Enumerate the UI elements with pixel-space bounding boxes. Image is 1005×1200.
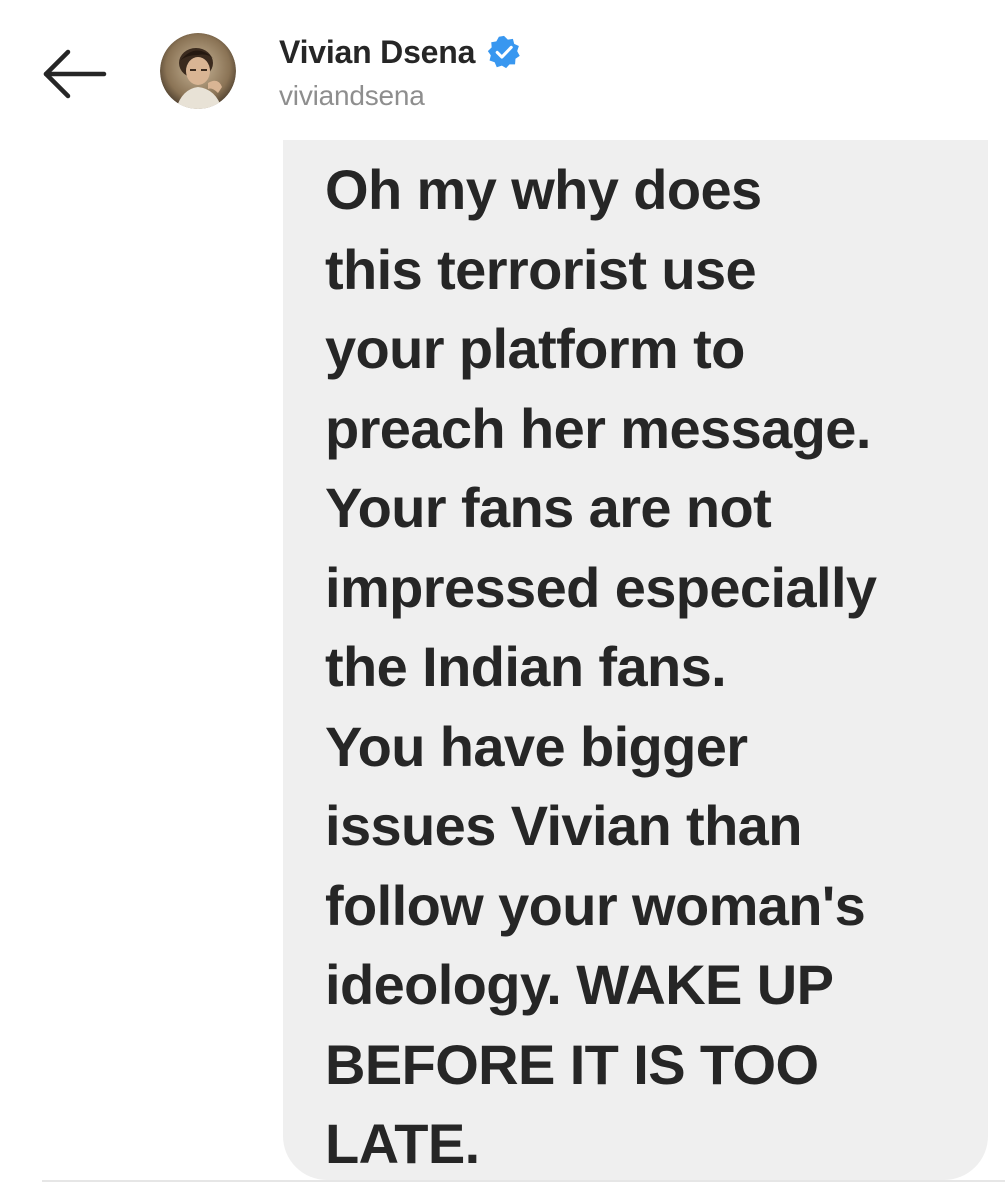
display-name-row: Vivian Dsena [279, 30, 521, 74]
avatar[interactable] [160, 33, 236, 109]
profile-photo-icon [160, 33, 236, 109]
back-button[interactable] [38, 44, 110, 104]
display-name[interactable]: Vivian Dsena [279, 34, 475, 71]
message-bubble[interactable]: Oh my why does this terrorist use your p… [283, 140, 988, 1180]
message-text: Oh my why does this terrorist use your p… [325, 158, 877, 1175]
username: viviandsena [279, 80, 425, 111]
divider [42, 1180, 1005, 1182]
verified-badge-icon [487, 35, 521, 69]
arrow-left-icon [43, 49, 107, 99]
conversation-header: Vivian Dsena viviandsena [0, 0, 1005, 140]
